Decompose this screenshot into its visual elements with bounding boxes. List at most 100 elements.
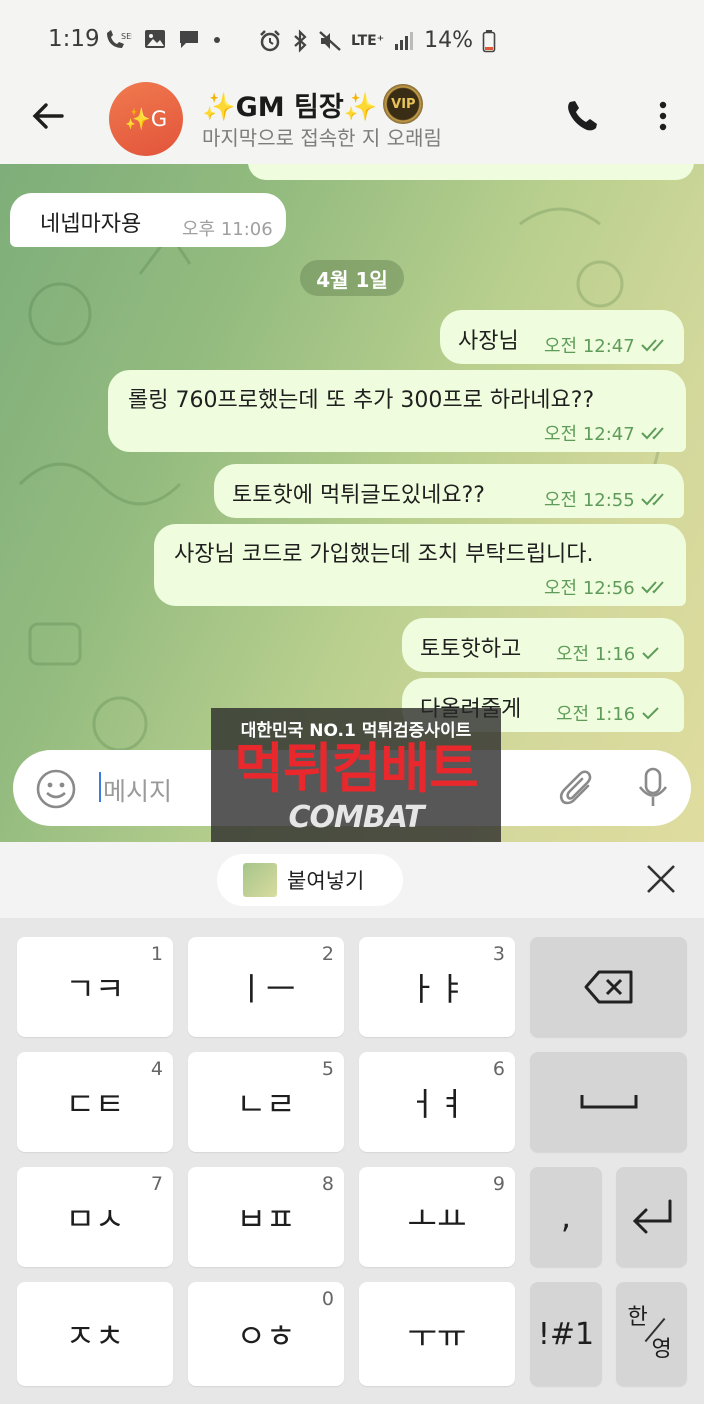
comma-key[interactable]: , <box>530 1167 602 1267</box>
key-label: ㅣㅡ <box>236 970 296 1008</box>
message-bubble-outgoing[interactable]: 토토핫에 먹튀글도있네요?? 오전 12:55 <box>214 464 684 518</box>
paste-button[interactable]: 붙여넣기 <box>217 854 403 906</box>
key-nieun[interactable]: ㄴㄹ 5 <box>188 1052 344 1152</box>
watermark-brand: 먹튀컴배트 <box>234 737 478 800</box>
enter-key[interactable] <box>616 1167 687 1267</box>
single-check-icon <box>642 707 659 720</box>
message-meta: 오전 12:55 <box>544 486 669 512</box>
key-jieut[interactable]: ㅈㅊ <box>17 1282 173 1386</box>
message-time: 오후 11:06 <box>182 215 273 241</box>
key-u[interactable]: ㅜㅠ <box>359 1282 515 1386</box>
key-o[interactable]: ㅗㅛ 9 <box>359 1167 515 1267</box>
date-separator: 4월 1일 <box>300 260 404 296</box>
key-i[interactable]: ㅣㅡ 2 <box>188 937 344 1037</box>
lang-english: 영 <box>651 1337 672 1362</box>
avatar[interactable]: ✨G <box>109 82 183 156</box>
clipboard-suggestion-bar: 붙여넣기 <box>0 842 704 918</box>
double-check-icon <box>641 581 664 594</box>
backspace-icon <box>584 970 632 1004</box>
text-caret <box>99 772 101 802</box>
key-number: 0 <box>321 1288 334 1310</box>
message-meta: 오전 12:56 <box>544 574 669 600</box>
battery-icon <box>482 29 496 52</box>
enter-icon <box>632 1199 671 1234</box>
language-switch-key[interactable]: 한 영 <box>616 1282 687 1386</box>
symbols-key[interactable]: !#1 <box>530 1282 602 1386</box>
message-time-text: 오전 12:47 <box>544 336 635 357</box>
backspace-key[interactable] <box>530 937 687 1037</box>
message-time-text: 오후 11:06 <box>182 219 273 240</box>
key-ieung[interactable]: ㅇㅎ 0 <box>188 1282 344 1386</box>
message-text: 네넵마자용 <box>40 212 142 237</box>
phone-icon[interactable] <box>562 96 602 136</box>
signal-icon <box>395 31 414 50</box>
message-meta: 오전 12:47 <box>544 332 669 358</box>
key-digeut[interactable]: ㄷㅌ 4 <box>17 1052 173 1152</box>
message-text: 사장님 <box>458 329 519 354</box>
key-label: !#1 <box>537 1316 595 1352</box>
message-bubble-partial <box>248 164 694 180</box>
key-number: 4 <box>150 1058 163 1080</box>
key-number: 9 <box>492 1173 505 1195</box>
message-bubble-outgoing[interactable]: 사장님 코드로 가입했는데 조치 부탁드립니다. 오전 12:56 <box>154 524 686 606</box>
key-label: ㅓㅕ <box>407 1085 467 1123</box>
message-input[interactable]: 메시지 <box>103 772 172 808</box>
double-check-icon <box>641 427 664 440</box>
key-a[interactable]: ㅏㅑ 3 <box>359 937 515 1037</box>
message-time-text: 오전 1:16 <box>556 704 636 725</box>
key-label: ㄱㅋ <box>65 970 125 1008</box>
key-label: ㅁㅅ <box>65 1200 125 1238</box>
status-bar: 1:19 SEND LTE⁺ 14% <box>0 0 704 82</box>
message-meta: 오전 1:16 <box>556 640 661 666</box>
lang-korean: 한 <box>627 1305 648 1330</box>
system-icons: LTE⁺ 14% <box>258 28 496 53</box>
watermark-logo-text: COMBAT <box>288 800 424 835</box>
language-switch-label: 한 영 <box>622 1299 682 1369</box>
key-mieum[interactable]: ㅁㅅ 7 <box>17 1167 173 1267</box>
message-bubble-outgoing[interactable]: 롤링 760프로했는데 또 추가 300프로 하라네요?? 오전 12:47 <box>108 370 686 452</box>
message-time-text: 오전 12:56 <box>544 578 635 599</box>
microphone-icon[interactable] <box>635 766 671 810</box>
dot-icon <box>214 37 220 43</box>
close-icon[interactable] <box>642 860 680 898</box>
message-bubble-outgoing[interactable]: 토토핫하고 오전 1:16 <box>402 618 684 672</box>
chat-title: ✨GM 팀장✨ <box>202 91 378 123</box>
message-meta: 오전 12:47 <box>544 420 669 446</box>
lte-label: LTE⁺ <box>351 32 385 49</box>
message-text: 롤링 760프로했는데 또 추가 300프로 하라네요?? <box>128 388 595 413</box>
key-number: 5 <box>321 1058 334 1080</box>
key-number: 6 <box>492 1058 505 1080</box>
back-arrow-icon[interactable] <box>28 96 68 136</box>
alarm-icon <box>260 29 280 51</box>
message-time-text: 오전 12:55 <box>544 490 635 511</box>
key-eo[interactable]: ㅓㅕ 6 <box>359 1052 515 1152</box>
key-number: 7 <box>150 1173 163 1195</box>
key-label: ㅈㅊ <box>65 1317 125 1355</box>
emoji-icon[interactable] <box>35 768 77 810</box>
missed-call-icon: SEND <box>107 30 132 48</box>
clipboard-thumbnail <box>243 863 277 897</box>
status-time: 1:19 <box>48 26 100 52</box>
space-key[interactable] <box>530 1052 687 1152</box>
message-bubble-incoming[interactable]: 네넵마자용 오후 11:06 <box>10 193 286 247</box>
key-label: ㅂㅍ <box>236 1200 296 1238</box>
message-text: 토토핫에 먹튀글도있네요?? <box>232 483 485 508</box>
key-label: ㄷㅌ <box>65 1085 125 1123</box>
key-bieup[interactable]: ㅂㅍ 8 <box>188 1167 344 1267</box>
message-meta: 오전 1:16 <box>556 700 661 726</box>
key-label: ㅜㅠ <box>407 1317 467 1355</box>
key-giyeok[interactable]: ㄱㅋ 1 <box>17 937 173 1037</box>
key-label: ㅇㅎ <box>236 1317 296 1355</box>
mute-icon <box>319 30 341 51</box>
key-number: 1 <box>150 943 163 965</box>
svg-text:SEND: SEND <box>121 32 132 41</box>
watermark-overlay: 대한민국 NO.1 먹튀검증사이트 먹튀컴배트 COMBAT <box>211 708 501 842</box>
double-check-icon <box>641 493 664 506</box>
message-bubble-outgoing[interactable]: 사장님 오전 12:47 <box>440 310 684 364</box>
chat-title-row[interactable]: ✨GM 팀장✨ VIP <box>202 84 424 124</box>
more-options-icon[interactable] <box>652 96 674 136</box>
key-label: ㄴㄹ <box>236 1085 296 1123</box>
attach-icon[interactable] <box>558 768 598 810</box>
image-icon <box>145 30 165 48</box>
message-text: 토토핫하고 <box>420 637 522 662</box>
